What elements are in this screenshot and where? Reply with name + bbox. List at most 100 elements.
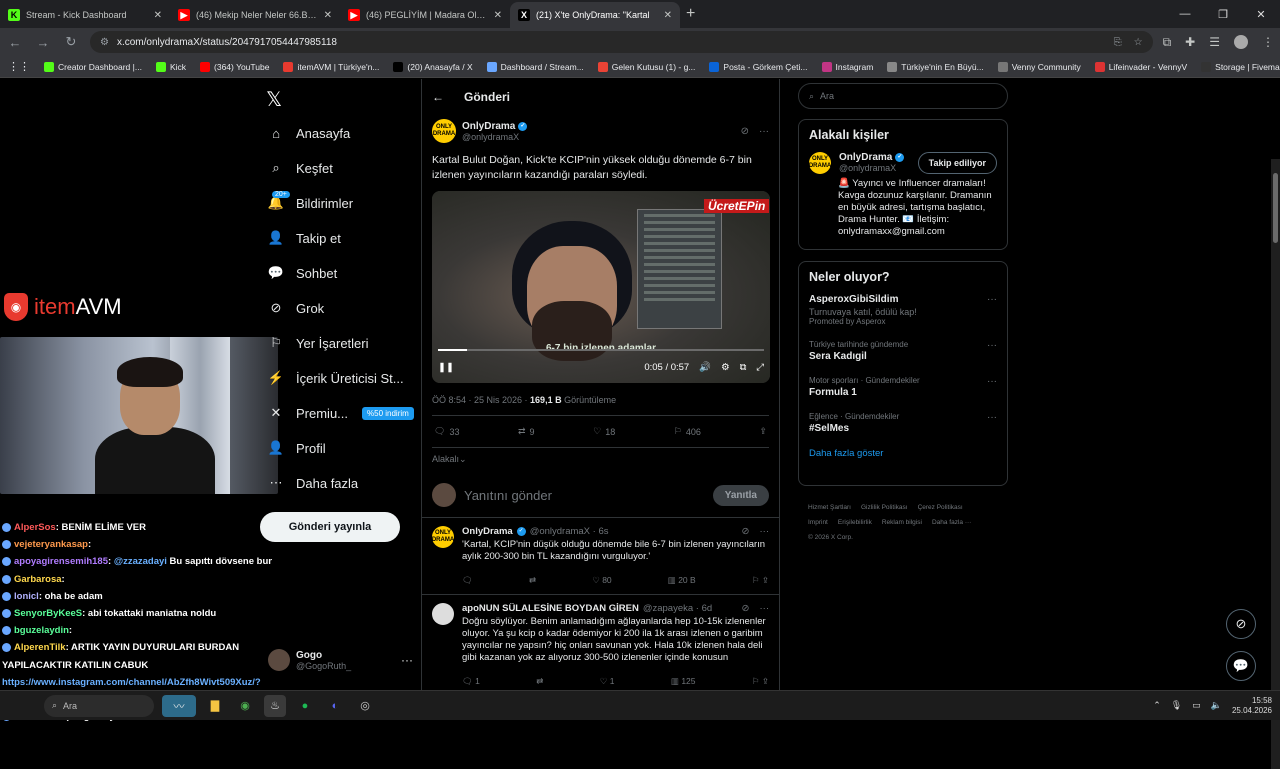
install-icon[interactable]: ⎘ <box>1114 37 1122 48</box>
footer-link[interactable]: Imprint <box>808 519 828 526</box>
bookmark-item[interactable]: (20) Anasayfa / X <box>393 61 473 72</box>
trend-item[interactable]: Türkiye tarihinde gündemde Sera Kadıgil ··… <box>809 340 997 362</box>
reply-submit-button[interactable]: Yanıtla <box>712 484 769 506</box>
bookmark-icon[interactable]: ⚐ <box>752 676 760 686</box>
avatar[interactable]: ONLY DRAMA <box>432 526 454 548</box>
reply-button[interactable]: 🗨 <box>462 575 473 586</box>
tab-4[interactable]: X (21) X'te OnlyDrama: "Kartal ✕ <box>510 2 680 28</box>
nav-item-7[interactable]: ⚐ Yer İşaretleri <box>268 328 368 358</box>
trend-item[interactable]: Motor sporları · Gündemdekiler Formula 1 ·… <box>809 376 997 398</box>
star-icon[interactable]: ☆ <box>1134 37 1143 48</box>
bookmark-item[interactable]: Venny Community <box>997 61 1081 72</box>
post-author-handle[interactable]: @onlydramaX <box>462 132 527 142</box>
avatar[interactable] <box>432 603 454 625</box>
more-icon[interactable]: ··· <box>759 126 769 137</box>
volume-icon[interactable]: 🔊 <box>699 362 711 373</box>
person-name[interactable]: OnlyDrama <box>839 152 892 163</box>
nav-item-4[interactable]: 👤 Takip et <box>268 223 341 253</box>
more-icon[interactable]: ··· <box>760 603 770 614</box>
bookmark-item[interactable]: Creator Dashboard |... <box>44 61 142 72</box>
views-button[interactable]: ▥ 20 B <box>668 575 696 586</box>
share-icon[interactable]: ⇪ <box>760 676 769 686</box>
close-window-icon[interactable]: ✕ <box>1242 0 1280 28</box>
widget-icon[interactable]: 〰 <box>162 694 196 717</box>
grok-icon[interactable]: ⊘ <box>741 126 749 137</box>
steam-icon[interactable]: ♨ <box>264 694 286 717</box>
grok-icon[interactable]: ⊘ <box>1226 609 1256 639</box>
discord-icon[interactable]: ◐ <box>324 695 346 717</box>
spotify-icon[interactable]: ● <box>294 695 316 717</box>
grok-icon[interactable]: ⊘ <box>742 526 750 537</box>
pause-icon[interactable]: ❚❚ <box>438 362 454 373</box>
bookmark-item[interactable]: Kick <box>155 61 186 72</box>
back-icon[interactable]: ← <box>6 35 24 50</box>
chrome-icon[interactable]: ◉ <box>234 695 256 717</box>
account-switcher[interactable]: Gogo @GogoRuth_ ··· <box>268 649 413 671</box>
apps-icon[interactable]: ⋮⋮ <box>8 60 30 73</box>
more-icon[interactable]: ··· <box>987 376 997 387</box>
tab-3[interactable]: ▶ (46) PEGLİYİM | Madara Olduk ✕ <box>340 2 510 28</box>
clock[interactable]: 15:58 25.04.2026 <box>1232 696 1272 716</box>
share-icon[interactable]: ⇪ <box>759 575 769 585</box>
footer-link[interactable]: Erişilebilirlik <box>838 519 872 526</box>
back-arrow-icon[interactable]: ← <box>432 90 444 104</box>
reply-author-name[interactable]: OnlyDrama <box>462 526 513 537</box>
x-logo-icon[interactable]: 𝕏 <box>266 87 282 112</box>
url-field[interactable]: ⚙ x.com/onlydramaX/status/20479170544479… <box>90 31 1153 53</box>
reply-item[interactable]: ONLY DRAMA OnlyDrama ✓ @onlydramaX · 6s ⊘ ··· '… <box>422 518 779 595</box>
more-icon[interactable]: ··· <box>987 294 997 305</box>
new-tab-button[interactable]: + <box>686 5 695 23</box>
sort-replies-dropdown[interactable]: Alakalı⌄ <box>432 448 769 471</box>
reply-button[interactable]: 🗨 1 <box>462 676 480 687</box>
tab-close-icon[interactable]: ✕ <box>664 10 672 21</box>
like-button[interactable]: ♡ 18 <box>593 426 615 437</box>
footer-link[interactable]: Gizlilik Politikası <box>861 504 908 511</box>
mic-icon[interactable]: 🎙 <box>1171 700 1182 711</box>
bookmark-item[interactable]: Dashboard / Stream... <box>486 61 584 72</box>
avatar[interactable]: ONLY DRAMA <box>809 152 831 174</box>
tab-1[interactable]: K Stream - Kick Dashboard ✕ <box>0 2 170 28</box>
pip-icon[interactable]: ⧉ <box>740 362 747 373</box>
more-icon[interactable]: ··· <box>401 653 413 667</box>
bookmark-item[interactable]: Gelen Kutusu (1) - g... <box>597 61 695 72</box>
views-button[interactable]: ▥ 125 <box>671 676 696 687</box>
tab-close-icon[interactable]: ✕ <box>324 10 332 21</box>
reply-item[interactable]: apoNUN SÜLALESİNE BOYDAN GİREN @zapayeka … <box>422 595 779 690</box>
post-timestamp[interactable]: ÖÖ 8:54 · 25 Nis 2026 · <box>432 395 530 405</box>
forward-icon[interactable]: → <box>34 35 52 50</box>
more-icon[interactable]: ··· <box>760 526 770 537</box>
post-author-name[interactable]: OnlyDrama <box>462 121 515 132</box>
trend-item[interactable]: AsperoxGibiSildim Turnuvaya katıl, ödülü … <box>809 294 997 326</box>
bookmark-item[interactable]: (364) YouTube <box>200 61 269 72</box>
network-icon[interactable]: ▭ <box>1192 700 1201 711</box>
fullscreen-icon[interactable]: ⤢ <box>756 362 764 373</box>
bookmark-item[interactable]: Instagram <box>821 61 873 72</box>
volume-icon[interactable]: 🔈 <box>1211 700 1222 711</box>
grok-icon[interactable]: ⊘ <box>742 603 750 614</box>
footer-link[interactable]: Hizmet Şartları <box>808 504 851 511</box>
bookmark-item[interactable]: Storage | Fivemanage <box>1201 61 1280 72</box>
show-more-link[interactable]: Daha fazla göster <box>809 448 997 459</box>
repost-button[interactable]: ⇄ <box>529 575 536 586</box>
reload-icon[interactable]: ↻ <box>62 34 80 50</box>
site-info-icon[interactable]: ⚙ <box>100 37 109 48</box>
heart-button[interactable]: ♡ 80 <box>592 575 611 586</box>
trend-item[interactable]: Eğlence · Gündemdekiler #SelMes ··· <box>809 412 997 434</box>
folder-icon[interactable]: ▇ <box>204 695 226 717</box>
bookmark-button[interactable]: ⚐ 406 <box>674 426 701 437</box>
footer-link[interactable]: Reklam bilgisi <box>882 519 922 526</box>
video-progress-bar[interactable] <box>438 349 764 351</box>
tab-close-icon[interactable]: ✕ <box>494 10 502 21</box>
minimize-icon[interactable]: — <box>1166 0 1204 28</box>
bookmark-item[interactable]: Lifeinvader - VennyV <box>1094 61 1187 72</box>
footer-link[interactable]: Çerez Politikası <box>918 504 963 511</box>
bookmark-item[interactable]: Posta - Görkem Çeti... <box>709 61 808 72</box>
restore-icon[interactable]: ❐ <box>1204 0 1242 28</box>
settings-icon[interactable]: ⚙ <box>721 362 730 373</box>
post-button[interactable]: Gönderi yayınla <box>260 512 400 542</box>
obs-icon[interactable]: ◎ <box>354 695 376 717</box>
repost-button[interactable]: ⇄ 9 <box>518 426 535 437</box>
tab-close-icon[interactable]: ✕ <box>154 10 162 21</box>
menu-icon[interactable]: ⋮ <box>1262 35 1274 50</box>
nav-item-9[interactable]: ✕ Premiu... %50 indirim <box>268 398 414 428</box>
